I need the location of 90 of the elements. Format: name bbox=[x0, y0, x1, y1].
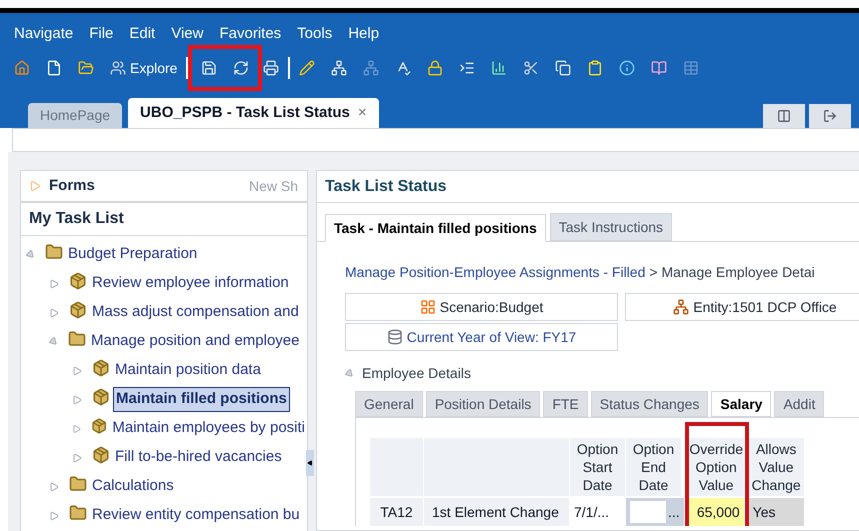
collapsed-icon[interactable] bbox=[49, 482, 59, 492]
close-button[interactable]: × bbox=[358, 102, 367, 124]
chart-icon bbox=[491, 60, 508, 76]
explore-button[interactable]: Explore bbox=[105, 57, 182, 79]
split-view-button[interactable] bbox=[763, 104, 805, 128]
people-icon bbox=[110, 60, 126, 76]
collapsed-icon[interactable] bbox=[72, 366, 82, 376]
hierarchy-icon bbox=[673, 299, 690, 315]
tree-item[interactable]: Review entity compensation bu bbox=[90, 504, 302, 527]
forms-header[interactable]: Forms New Sh bbox=[20, 170, 308, 202]
lock-icon bbox=[427, 60, 444, 76]
tree-item[interactable]: Manage position and employee bbox=[89, 330, 302, 353]
pov-button[interactable]: Current Year of View: FY17 bbox=[345, 323, 618, 351]
folder-icon bbox=[69, 474, 87, 492]
menu-item[interactable]: Edit bbox=[129, 23, 156, 53]
menu-item[interactable]: Favorites bbox=[219, 23, 282, 53]
collapsed-icon[interactable] bbox=[49, 308, 59, 318]
tab[interactable]: Salary bbox=[711, 391, 772, 417]
package-icon bbox=[91, 416, 108, 434]
tab[interactable]: UBO_PSPB - Task List Status × bbox=[128, 98, 379, 128]
exit-button[interactable] bbox=[809, 104, 851, 128]
tab[interactable]: Addit bbox=[774, 391, 824, 417]
date-field[interactable]: ... bbox=[626, 498, 685, 526]
print-icon bbox=[263, 60, 280, 76]
split-icon bbox=[777, 109, 791, 123]
cut-icon bbox=[523, 60, 540, 76]
collapse-handle[interactable] bbox=[306, 450, 314, 476]
package-icon bbox=[92, 388, 110, 406]
book-icon bbox=[651, 60, 668, 76]
table-cell: 1st Element Change bbox=[424, 498, 570, 526]
column-header: Override Option Value bbox=[688, 438, 745, 496]
indent-icon bbox=[459, 60, 476, 76]
tree-item[interactable]: Fill to-be-hired vacancies bbox=[113, 446, 284, 469]
tree-item[interactable]: Maintain employees by positi bbox=[110, 417, 307, 440]
table-cell: 65,000 bbox=[688, 498, 745, 526]
tree-item[interactable]: Mass adjust compensation and bbox=[90, 301, 301, 324]
folder-icon bbox=[68, 330, 86, 348]
collapsed-icon[interactable] bbox=[49, 278, 59, 288]
menu-item[interactable]: Help bbox=[348, 23, 380, 53]
collapsed-icon[interactable] bbox=[49, 510, 59, 520]
task-list-header: My Task List bbox=[20, 202, 308, 236]
home-icon bbox=[14, 60, 30, 76]
tree-item[interactable]: Calculations bbox=[90, 475, 176, 498]
tree-item[interactable]: Maintain position data bbox=[113, 359, 263, 382]
cylinder-icon bbox=[386, 329, 403, 345]
refresh-icon bbox=[233, 60, 250, 76]
menu-item[interactable]: Navigate bbox=[14, 23, 74, 53]
info-icon bbox=[619, 60, 636, 76]
tab[interactable]: General bbox=[355, 391, 423, 417]
folder-icon bbox=[78, 60, 94, 76]
tab[interactable]: Task Instructions bbox=[550, 213, 672, 241]
save-icon bbox=[201, 60, 218, 76]
breadcrumb-current: > Manage Employee Detai bbox=[649, 263, 815, 282]
package-icon bbox=[92, 358, 110, 376]
panel-title: Task List Status bbox=[317, 171, 859, 203]
menu-item[interactable]: Tools bbox=[297, 23, 332, 53]
package-icon bbox=[92, 446, 110, 464]
folder-icon bbox=[45, 242, 63, 260]
tab[interactable]: Position Details bbox=[426, 391, 540, 417]
ghost-text: New Sh bbox=[249, 176, 298, 196]
package-icon bbox=[69, 272, 87, 290]
collapsed-icon[interactable] bbox=[72, 394, 82, 404]
tab[interactable]: Status Changes bbox=[590, 391, 708, 417]
paste-icon bbox=[587, 60, 604, 76]
section-title: Employee Details bbox=[362, 364, 471, 383]
tab[interactable]: FTE bbox=[543, 391, 588, 417]
column-header: Allows Value Change bbox=[748, 438, 805, 496]
column-header: Option Start Date bbox=[570, 438, 626, 496]
package-icon bbox=[69, 300, 87, 318]
collapsed-icon[interactable] bbox=[72, 452, 82, 462]
collapsed-icon[interactable] bbox=[72, 424, 82, 434]
menu-item[interactable]: File bbox=[89, 23, 114, 53]
menu-item[interactable]: View bbox=[171, 23, 204, 53]
breadcrumb-link[interactable]: Manage Position-Employee Assignments - Filled bbox=[345, 262, 646, 283]
exit-icon bbox=[823, 109, 837, 123]
tree-item[interactable]: Budget Preparation bbox=[66, 243, 200, 266]
column-header: Option End Date bbox=[626, 438, 682, 496]
document-icon bbox=[46, 60, 62, 76]
tree-item[interactable]: Review employee information bbox=[90, 272, 291, 295]
tree-item[interactable]: Maintain filled positions bbox=[113, 387, 290, 412]
pencil-icon bbox=[299, 60, 316, 76]
pov-button[interactable]: Scenario:Budget bbox=[345, 293, 618, 321]
folder-icon bbox=[69, 504, 87, 522]
table-cell: TA12 bbox=[370, 498, 424, 526]
table-cell: Yes bbox=[748, 498, 805, 526]
tab[interactable]: Task - Maintain filled positions bbox=[325, 214, 546, 242]
table-icon bbox=[683, 60, 700, 76]
copy-icon bbox=[555, 60, 572, 76]
collapse-icon bbox=[307, 460, 313, 466]
pov-button[interactable]: Entity:1501 DCP Office bbox=[625, 293, 859, 321]
